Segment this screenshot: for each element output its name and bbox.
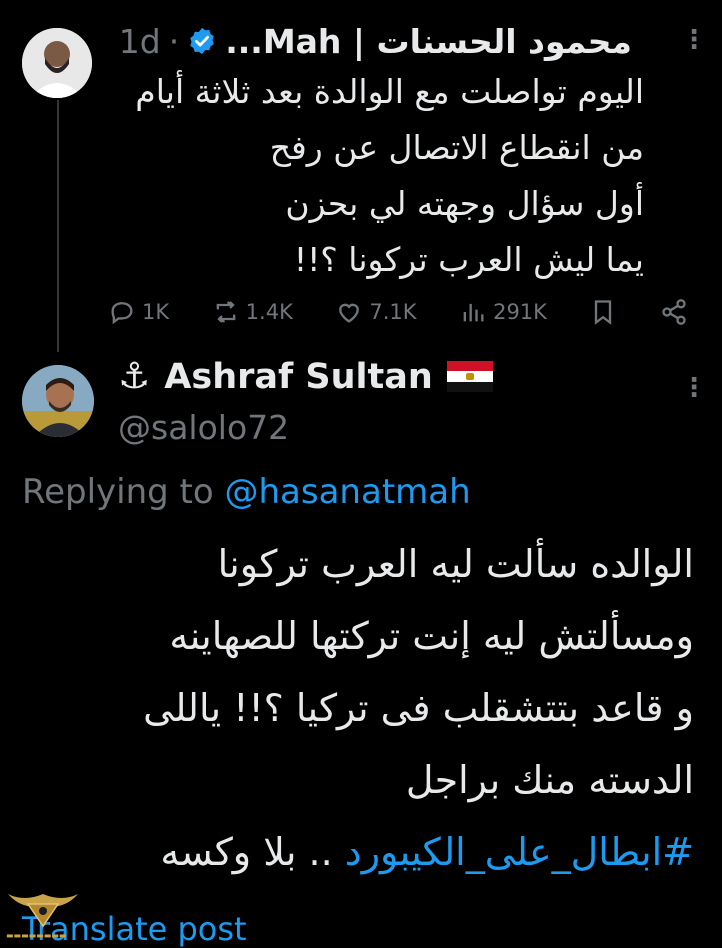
repost-button[interactable]: 1.4K [212,298,293,326]
tweet-header: ⚓ Ashraf Sultan [118,356,493,397]
replying-prefix: Replying to [22,472,225,512]
anchor-icon: ⚓ [118,356,151,397]
bookmark-button[interactable] [589,298,617,326]
avatar[interactable] [22,365,94,437]
verified-badge-icon [190,27,214,55]
tweet-line-suffix: .. بلا وكسه [160,830,345,874]
repost-count: 1.4K [245,300,293,324]
more-icon[interactable]: ⋮ [681,27,707,53]
tweet-line: اليوم تواصلت مع الوالدة بعد ثلاثة أيام [135,72,644,111]
tweet-line: الوالده سألت ليه العرب تركونا [217,542,694,586]
views-count: 291K [493,300,547,324]
like-icon [339,303,360,323]
tweet-text: الوالده سألت ليه العرب تركونا ومسألتش لي… [14,528,694,888]
avatar[interactable] [22,28,92,98]
tweet-line: من انقطاع الاتصال عن رفح [269,128,644,167]
avatar-image [22,365,94,437]
tweet-line: و قاعد بتتشقلب فى تركيا ؟!! ياللى [143,686,694,730]
views-icon [463,303,484,322]
tweet-line: أول سؤال وجهته لي بحزن [285,184,644,223]
author-handle[interactable]: @salolo72 [118,408,289,447]
tweet-header: محمود الحسنات | Mah... · 1d [119,16,632,66]
reply-mention-link[interactable]: @hasanatmah [225,472,471,512]
watermark-caption: ▬▬▬▬▬▬▬▬ [6,931,67,940]
share-button[interactable] [660,298,688,326]
repost-icon [216,301,236,323]
thread-connector-line [57,100,59,352]
like-count: 7.1K [369,300,417,324]
tweet-line: #ابطال_على_الكيبورد .. بلا وكسه [14,816,694,888]
hashtag-link[interactable]: #ابطال_على_الكيبورد [345,830,694,874]
reply-icon [111,302,133,325]
views-button[interactable]: 291K [459,298,547,326]
bookmark-icon [595,300,612,325]
author-name[interactable]: Ashraf Sultan [164,357,433,397]
avatar-image [22,28,92,98]
tweet-text: اليوم تواصلت مع الوالدة بعد ثلاثة أيام م… [84,64,644,288]
tweet-line: ومسألتش ليه إنت تركتها للصهاينه [169,614,694,658]
replying-to: Replying to @hasanatmah [22,472,471,512]
timestamp[interactable]: 1d [119,22,161,61]
egypt-flag-icon [446,360,493,393]
author-name[interactable]: محمود الحسنات | Mah... [225,22,632,61]
tweet-line: الدسته منك براجل [405,758,694,802]
reply-button[interactable]: 1K [108,298,169,326]
share-icon [662,299,686,325]
like-button[interactable]: 7.1K [335,298,417,326]
separator-dot: · [168,21,180,61]
more-icon[interactable]: ⋮ [681,375,707,401]
action-bar: 1K 1.4K 7.1K 291K [108,290,688,334]
tweet-line: يما ليش العرب تركونا ؟!! [293,240,644,279]
reply-count: 1K [142,300,170,324]
